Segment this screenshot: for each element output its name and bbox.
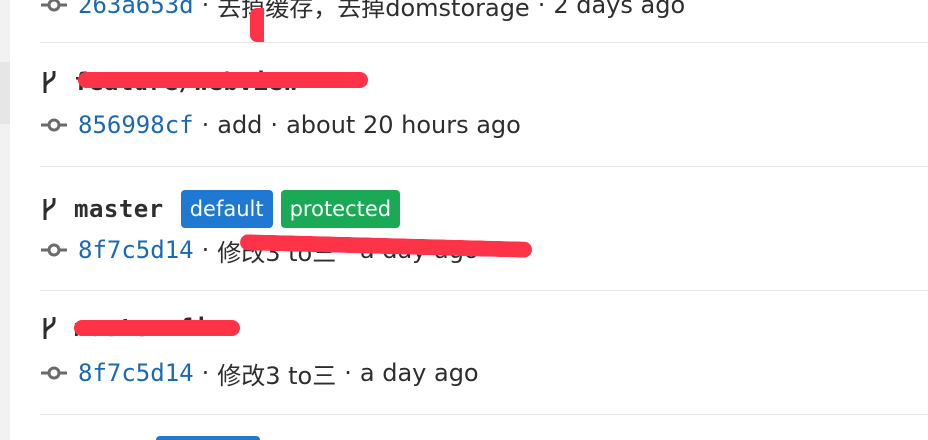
row-divider [40, 166, 928, 167]
commit-line: 263a653d · 去掉缓存，去掉domstorage · 2 days ag… [40, 0, 685, 22]
redaction-mark [78, 72, 368, 88]
commit-line: 8f7c5d14 · 修改3 to三 · a day ago [40, 356, 479, 390]
commit-sha-link[interactable]: 8f7c5d14 [78, 236, 194, 264]
commit-time: about 20 hours ago [286, 111, 521, 139]
separator: · [537, 0, 546, 19]
commit-message: 修改3 to三 [217, 361, 337, 390]
commit-sha-link[interactable]: 856998cf [78, 111, 194, 139]
separator: · [201, 236, 210, 264]
sidebar-edge [0, 0, 10, 440]
commit-message: add [217, 111, 263, 139]
branch-icon [43, 198, 56, 220]
separator: · [270, 111, 279, 139]
row-divider [40, 42, 928, 43]
commit-sha-link[interactable]: 263a653d [78, 0, 194, 19]
branch-name-link[interactable]: master [74, 195, 164, 223]
commit-icon [41, 0, 67, 12]
default-badge-partial [156, 436, 260, 440]
redaction-mark [250, 8, 278, 42]
separator: · [201, 111, 210, 139]
commit-line: 856998cf · add · about 20 hours ago [40, 108, 521, 142]
row-divider [40, 414, 928, 415]
sidebar-active-marker [0, 62, 10, 124]
branch-line: master default protected [40, 189, 401, 229]
commit-icon [41, 243, 67, 257]
separator: · [201, 359, 210, 387]
protected-badge: protected [280, 190, 401, 228]
separator: · [344, 359, 352, 387]
separator: · [201, 0, 210, 19]
commit-time: a day ago [359, 359, 479, 387]
commit-icon [41, 118, 67, 132]
branches-page: 263a653d · 去掉缓存，去掉domstorage · 2 days ag… [0, 0, 928, 440]
commit-time: 2 days ago [553, 0, 686, 19]
commit-sha-link[interactable]: 8f7c5d14 [78, 359, 194, 387]
row-divider [40, 290, 928, 291]
branch-list: 263a653d · 去掉缓存，去掉domstorage · 2 days ag… [40, 0, 928, 440]
branch-icon [43, 71, 56, 93]
commit-icon [41, 366, 67, 380]
default-badge: default [180, 190, 273, 228]
branch-icon [43, 317, 56, 339]
redaction-mark [74, 320, 240, 336]
